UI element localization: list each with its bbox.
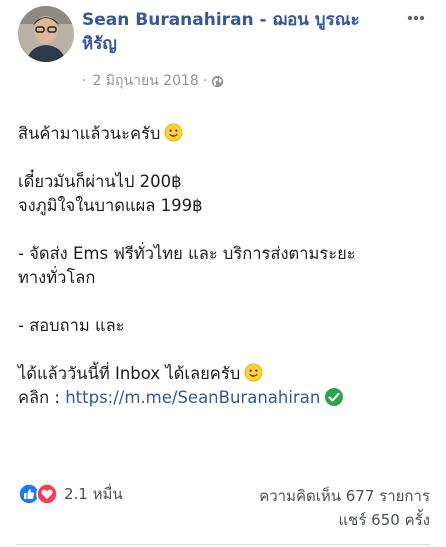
more-dots-icon	[407, 15, 425, 21]
more-options-button[interactable]	[404, 10, 428, 26]
divider	[16, 544, 430, 545]
meta-dot: ·	[82, 73, 87, 89]
meta-separator: ·	[202, 73, 208, 89]
reaction-count: 2.1 หมื่น	[64, 485, 123, 503]
avatar[interactable]	[18, 6, 74, 62]
post-meta: · 2 มิถุนายน 2018 ·	[82, 70, 224, 92]
facebook-post: Sean Buranahiran - ฌอน บูรณะหิรัญ · 2 มิ…	[0, 0, 446, 547]
smile-emoji-icon	[244, 363, 263, 382]
messenger-link[interactable]: https://m.me/SeanBuranahiran	[65, 388, 320, 407]
click-label: คลิก :	[18, 388, 66, 407]
shares-count[interactable]: แชร์ 650 ครั้ง	[259, 508, 431, 532]
body-line-3: จงภูมิใจในบาดแผล 199฿	[18, 196, 203, 215]
body-line-8: คลิก : https://m.me/SeanBuranahiran	[18, 386, 428, 410]
body-line-4: - จัดส่ง Ems ฟรีทั่วไทย และ บริการส่งตาม…	[18, 244, 356, 263]
body-line-7: ได้แล้ววันนี้ที่ Inbox ได้เลยครับ	[18, 362, 428, 386]
body-line-7-text: ได้แล้ววันนี้ที่ Inbox ได้เลยครับ	[18, 364, 241, 383]
love-icon	[36, 483, 58, 505]
body-line-1: สินค้ามาแล้วนะครับ	[18, 122, 428, 146]
post-date[interactable]: 2 มิถุนายน 2018	[92, 70, 198, 92]
body-line-5: ทางทั่วโลก	[18, 268, 96, 287]
body-line-6: - สอบถาม และ	[18, 316, 125, 335]
comments-count[interactable]: ความคิดเห็น 677 รายการ	[259, 484, 430, 508]
avatar-image	[18, 6, 74, 62]
reactions-summary[interactable]: 2.1 หมื่น	[18, 482, 123, 506]
smile-emoji-icon	[164, 123, 183, 142]
body-line-1-text: สินค้ามาแล้วนะครับ	[18, 124, 161, 143]
engagement-stats: ความคิดเห็น 677 รายการ แชร์ 650 ครั้ง	[259, 484, 430, 532]
body-line-2: เดี๋ยวมันก็ผ่านไป 200฿	[18, 172, 182, 191]
post-body: สินค้ามาแล้วนะครับ เดี๋ยวมันก็ผ่านไป 200…	[18, 122, 428, 434]
check-mark-icon	[325, 388, 344, 406]
globe-icon[interactable]	[211, 75, 224, 88]
author-name[interactable]: Sean Buranahiran - ฌอน บูรณะหิรัญ	[82, 8, 392, 56]
